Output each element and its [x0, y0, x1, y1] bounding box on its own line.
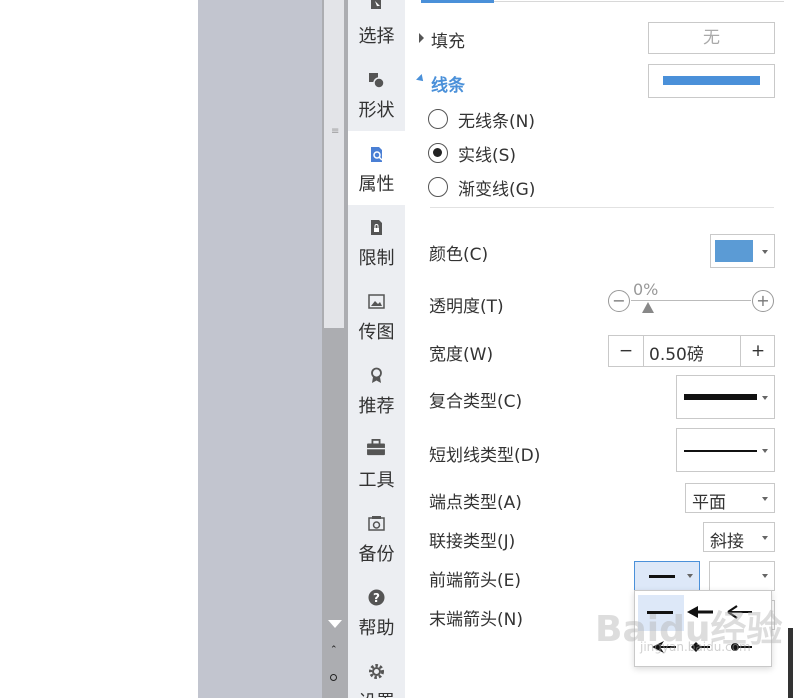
cursor-icon [371, 0, 381, 9]
scroll-down-icon[interactable] [328, 620, 342, 628]
chevron-down-icon [687, 574, 693, 578]
dash-type-label: 短划线类型(D) [429, 446, 541, 466]
sidebar-item-properties[interactable]: 属性 [348, 131, 405, 205]
watermark-url: jingyan.baidu.com [640, 640, 751, 654]
cap-type-label: 端点类型(A) [429, 493, 522, 513]
sidebar-item-label: 属性 [358, 174, 395, 195]
svg-text:?: ? [373, 591, 380, 605]
sidebar-item-limit[interactable]: 限制 [348, 205, 405, 279]
join-type-dropdown[interactable]: 斜接 [703, 522, 775, 552]
sidebar-item-tools[interactable]: 工具 [348, 427, 405, 501]
chevron-down-icon [762, 396, 768, 400]
sidebar-item-label: 选择 [358, 26, 395, 47]
fill-dropdown[interactable]: 无 [648, 22, 775, 54]
gear-icon [369, 664, 384, 679]
shapes-icon [369, 73, 385, 89]
sidebar-item-shapes[interactable]: 形状 [348, 66, 405, 140]
stepper-separator [643, 336, 644, 366]
fill-section-title[interactable]: 填充 [431, 27, 465, 52]
compound-line-preview [684, 394, 757, 400]
chevron-down-icon [762, 574, 768, 578]
color-label: 颜色(C) [429, 245, 489, 265]
sidebar-item-help[interactable]: ? 帮助 [348, 575, 405, 649]
width-stepper[interactable]: − 0.50磅 + [608, 335, 775, 367]
sidebar-item-select[interactable]: 选择 [348, 0, 405, 66]
decrease-transparency-button[interactable]: − [608, 290, 630, 312]
window-edge [788, 628, 793, 698]
toolbox-icon [367, 439, 385, 456]
lock-icon [371, 220, 382, 235]
begin-arrow-size-dropdown[interactable] [709, 561, 775, 591]
badge-icon [371, 367, 382, 383]
sidebar-item-recommend[interactable]: 推荐 [348, 353, 405, 427]
increase-transparency-button[interactable]: + [752, 290, 774, 312]
compound-type-dropdown[interactable] [676, 375, 775, 419]
line-section-title[interactable]: 线条 [431, 71, 465, 96]
begin-arrow-label: 前端箭头(E) [429, 571, 522, 591]
grip-icon: ≡ [331, 126, 340, 137]
begin-arrow-type-dropdown[interactable] [634, 561, 700, 591]
transparency-label: 透明度(T) [429, 297, 504, 317]
collapse-down-icon[interactable] [416, 74, 426, 84]
sidebar-item-label: 形状 [358, 100, 395, 121]
radio-circle[interactable] [428, 177, 448, 197]
join-type-label: 联接类型(J) [429, 532, 516, 552]
sidebar-item-backup[interactable]: 备份 [348, 501, 405, 575]
radio-label: 渐变线(G) [458, 180, 536, 200]
image-icon [368, 294, 385, 309]
sidebar-item-label: 推荐 [358, 396, 395, 417]
cap-type-dropdown[interactable]: 平面 [685, 483, 775, 513]
width-decrease-button[interactable]: − [609, 336, 643, 366]
properties-icon [371, 147, 383, 162]
chevron-down-icon [762, 250, 768, 254]
chevron-down-icon [762, 497, 768, 501]
sidebar-item-label: 传图 [358, 322, 395, 343]
section-divider [430, 207, 774, 208]
transparency-value: 0% [633, 280, 659, 299]
transparency-slider-track[interactable] [631, 300, 751, 301]
sidebar-item-label: 限制 [358, 248, 395, 269]
compound-type-label: 复合类型(C) [429, 392, 523, 412]
sidebar-item-label: 设置 [348, 688, 405, 698]
chevron-down-icon [762, 536, 768, 540]
workspace-gray [198, 0, 322, 698]
circle-icon[interactable] [330, 674, 337, 681]
end-arrow-label: 末端箭头(N) [429, 610, 523, 630]
color-swatch [715, 240, 753, 262]
sidebar-item-label: 工具 [358, 470, 395, 491]
join-type-value: 斜接 [710, 532, 744, 552]
tab-divider [494, 1, 784, 2]
dash-line-preview [684, 450, 757, 452]
collapse-up-icon[interactable]: ⌃ [330, 645, 338, 655]
width-label: 宽度(W) [429, 345, 494, 365]
width-increase-button[interactable]: + [741, 336, 775, 366]
scrollbar-thumb[interactable] [324, 0, 344, 328]
expand-right-icon[interactable] [419, 33, 424, 43]
arrow-preview [649, 575, 675, 578]
sidebar-item-upload-image[interactable]: 传图 [348, 279, 405, 353]
sidebar-item-label: 帮助 [358, 618, 395, 639]
radio-circle[interactable] [428, 143, 448, 163]
color-picker[interactable] [710, 234, 775, 268]
sidebar-item-label: 备份 [358, 544, 395, 565]
sidebar-item-settings[interactable]: 设置 [348, 649, 405, 698]
chevron-down-icon [762, 449, 768, 453]
line-preview [663, 76, 760, 85]
help-icon: ? [368, 589, 385, 606]
dash-type-dropdown[interactable] [676, 428, 775, 472]
cap-type-value: 平面 [692, 493, 726, 513]
canvas-area [0, 0, 198, 698]
line-style-dropdown[interactable] [648, 64, 775, 98]
width-input[interactable]: 0.50磅 [649, 340, 704, 365]
radio-label: 无线条(N) [458, 112, 535, 132]
radio-circle[interactable] [428, 109, 448, 129]
active-tab-indicator [421, 0, 494, 3]
radio-label: 实线(S) [458, 146, 517, 166]
transparency-slider-thumb[interactable] [642, 302, 654, 313]
backup-icon [368, 516, 385, 531]
